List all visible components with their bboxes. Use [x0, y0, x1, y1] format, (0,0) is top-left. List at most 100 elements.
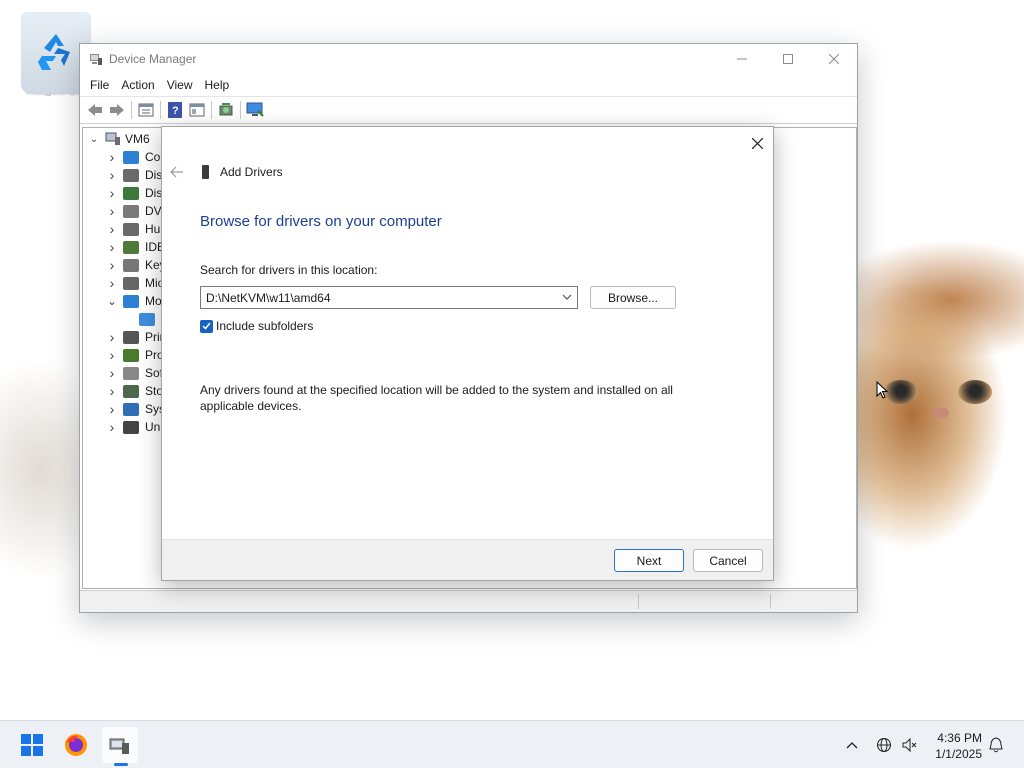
- chevron-right-icon[interactable]: ›: [105, 221, 119, 237]
- add-drivers-dialog: Add Drivers Browse for drivers on your c…: [161, 126, 774, 581]
- device-manager-app-icon: [90, 54, 102, 65]
- chevron-down-icon[interactable]: [561, 291, 573, 303]
- tree-root-label: VM6: [125, 132, 150, 146]
- chevron-up-icon: [846, 742, 858, 749]
- update-driver-button[interactable]: [244, 99, 266, 121]
- minimize-button[interactable]: [719, 44, 765, 74]
- chevron-down-icon[interactable]: ⌄: [87, 134, 101, 145]
- chevron-right-icon[interactable]: ›: [105, 239, 119, 255]
- toolbar-separator: [131, 101, 132, 119]
- window-title: Device Manager: [109, 52, 197, 66]
- status-divider: [770, 594, 771, 609]
- driver-path-combobox[interactable]: D:\NetKVM\w11\amd64: [200, 286, 578, 309]
- close-window-button[interactable]: [811, 44, 857, 74]
- network-status-button[interactable]: [874, 721, 894, 768]
- properties-icon: [138, 103, 154, 117]
- show-hidden-button[interactable]: [186, 99, 208, 121]
- chevron-right-icon[interactable]: ›: [105, 167, 119, 183]
- chevron-right-icon[interactable]: ›: [105, 329, 119, 345]
- chevron-down-icon[interactable]: ⌄: [105, 294, 119, 308]
- computer-root-icon: [105, 132, 120, 145]
- back-button[interactable]: [84, 99, 106, 121]
- kitten-nose: [933, 408, 949, 418]
- toolbar-separator: [211, 101, 212, 119]
- dialog-header: Add Drivers: [202, 165, 283, 179]
- dialog-footer: Next Cancel: [162, 539, 773, 580]
- menu-help[interactable]: Help: [199, 78, 236, 92]
- active-app-indicator: [114, 763, 128, 766]
- browse-button-label: Browse...: [607, 290, 658, 305]
- storage-controller-icon: [123, 384, 139, 398]
- menu-view[interactable]: View: [161, 78, 199, 92]
- next-button-label: Next: [636, 553, 662, 568]
- monitor-icon: [123, 294, 139, 308]
- hid-icon: [123, 222, 139, 236]
- search-location-label: Search for drivers in this location:: [200, 263, 378, 277]
- bell-icon: [989, 737, 1003, 753]
- device-manager-taskbar-button[interactable]: [102, 727, 138, 766]
- maximize-icon: [783, 54, 793, 64]
- menu-action[interactable]: Action: [115, 78, 160, 92]
- scan-hardware-icon: [219, 103, 233, 116]
- taskbar-clock[interactable]: 4:36 PM 1/1/2025: [935, 730, 982, 762]
- menu-file[interactable]: File: [84, 78, 115, 92]
- tree-item-label: Mo: [145, 294, 162, 308]
- chevron-right-icon[interactable]: ›: [105, 257, 119, 273]
- monitor-child-icon: [139, 312, 155, 326]
- dialog-info-text: Any drivers found at the specified locat…: [200, 383, 673, 413]
- toolbar: ?: [80, 96, 857, 124]
- close-icon: [829, 54, 839, 64]
- notifications-button[interactable]: [986, 721, 1006, 768]
- dialog-close-button[interactable]: [747, 133, 767, 153]
- chevron-right-icon[interactable]: ›: [105, 419, 119, 435]
- dialog-heading: Browse for drivers on your computer: [200, 213, 442, 230]
- display-adapter-icon: [123, 186, 139, 200]
- keyboard-icon: [123, 258, 139, 272]
- cancel-button[interactable]: Cancel: [693, 549, 763, 572]
- show-hidden-icons-button[interactable]: [842, 721, 862, 768]
- usb-icon: [123, 420, 139, 434]
- clock-time: 4:36 PM: [937, 731, 982, 745]
- chevron-right-icon[interactable]: ›: [105, 275, 119, 291]
- firefox-taskbar-button[interactable]: [58, 727, 94, 763]
- print-queue-icon: [123, 330, 139, 344]
- chevron-right-icon[interactable]: ›: [105, 401, 119, 417]
- chevron-right-icon[interactable]: ›: [105, 365, 119, 381]
- status-bar: [80, 590, 857, 612]
- software-device-icon: [123, 366, 139, 380]
- driver-path-value: D:\NetKVM\w11\amd64: [206, 290, 331, 305]
- arrow-back-icon: [170, 166, 183, 178]
- chevron-right-icon[interactable]: ›: [105, 149, 119, 165]
- chevron-right-icon[interactable]: ›: [105, 383, 119, 399]
- svg-text:?: ?: [172, 105, 179, 117]
- dvd-drive-icon: [123, 204, 139, 218]
- device-manager-icon: [109, 738, 129, 754]
- volume-button[interactable]: [899, 721, 919, 768]
- checkbox-checked-icon[interactable]: [200, 319, 213, 333]
- next-button[interactable]: Next: [614, 549, 684, 572]
- scan-hardware-button[interactable]: [215, 99, 237, 121]
- toolbar-separator: [240, 101, 241, 119]
- clock-date: 1/1/2025: [935, 747, 982, 761]
- include-subfolders-checkbox[interactable]: Include subfolders: [200, 319, 313, 333]
- chevron-right-icon[interactable]: ›: [105, 347, 119, 363]
- ide-controller-icon: [123, 240, 139, 254]
- start-button[interactable]: [14, 727, 50, 763]
- cancel-button-label: Cancel: [709, 553, 747, 568]
- help-button[interactable]: ?: [164, 99, 186, 121]
- browse-button[interactable]: Browse...: [590, 286, 676, 309]
- minimize-icon: [737, 58, 747, 60]
- mouse-pointer-icon: [876, 381, 888, 399]
- computer-icon: [123, 150, 139, 164]
- chevron-right-icon[interactable]: ›: [105, 203, 119, 219]
- forward-button[interactable]: [106, 99, 128, 121]
- include-subfolders-label: Include subfolders: [216, 319, 314, 333]
- help-icon: ?: [168, 102, 182, 118]
- menu-bar: File Action View Help: [80, 74, 857, 96]
- chevron-right-icon[interactable]: ›: [105, 185, 119, 201]
- title-bar[interactable]: Device Manager: [80, 44, 857, 74]
- speaker-muted-icon: [902, 737, 917, 753]
- properties-button[interactable]: [135, 99, 157, 121]
- maximize-button[interactable]: [765, 44, 811, 74]
- dialog-back-button[interactable]: [170, 165, 184, 181]
